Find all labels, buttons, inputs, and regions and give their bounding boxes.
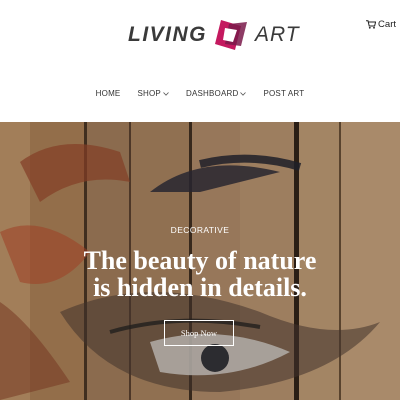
nav-item-dashboard[interactable]: DASHBOARD [185, 89, 247, 98]
nav-item-label: HOME [95, 89, 121, 98]
hero-title-line-1: The beauty of nature [83, 246, 317, 275]
logo-text-living: LIVING [128, 23, 208, 46]
logo-text-art: ART [255, 23, 300, 46]
hero-banner: DECORATIVE The beauty of nature is hidde… [0, 122, 400, 400]
cart-label: Cart [378, 19, 396, 30]
logo-mark-icon [215, 20, 248, 50]
cart-icon [366, 20, 377, 29]
chevron-down-icon [240, 91, 247, 96]
nav-item-home[interactable]: HOME [96, 89, 121, 98]
shop-now-button[interactable]: Shop Now [164, 320, 234, 346]
chevron-down-icon [163, 91, 169, 96]
cart-link[interactable]: Cart [366, 19, 396, 30]
nav-item-label: POST ART [263, 89, 305, 98]
hero-title: The beauty of nature is hidden in detail… [0, 247, 400, 301]
hero-title-line-2: is hidden in details. [93, 273, 307, 302]
hero-kicker: DECORATIVE [170, 225, 230, 235]
nav-item-shop[interactable]: SHOP [137, 89, 169, 98]
main-nav: HOME SHOP DASHBOARD POST ART [0, 89, 400, 98]
nav-item-post-art[interactable]: POST ART [263, 89, 304, 98]
nav-item-label: DASHBOARD [185, 89, 239, 98]
nav-item-label: SHOP [137, 89, 161, 98]
site-header: LIVING ART Cart HOME SHOP DASHBOARD POST… [0, 0, 400, 122]
site-logo[interactable]: LIVING ART [128, 18, 300, 52]
